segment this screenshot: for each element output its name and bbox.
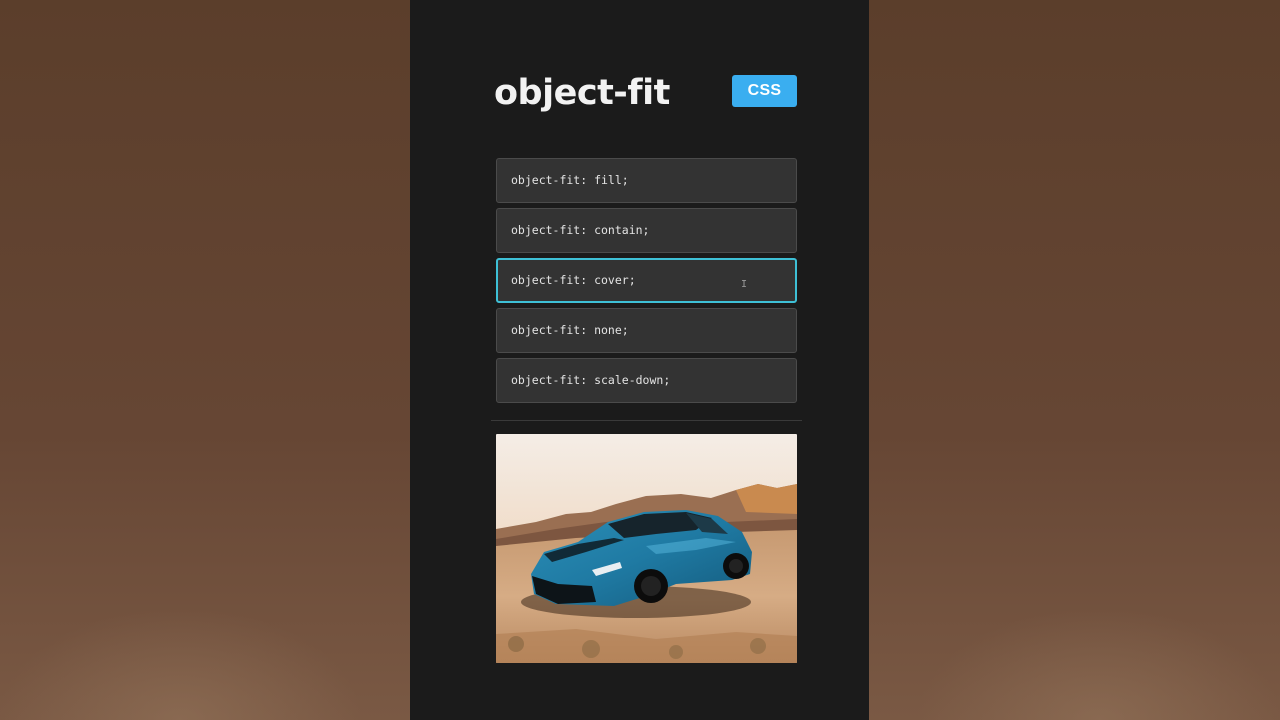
option-label: object-fit: none; bbox=[511, 323, 629, 337]
preview-image bbox=[496, 434, 797, 663]
option-label: object-fit: contain; bbox=[511, 223, 650, 237]
css-badge: CSS bbox=[732, 75, 797, 107]
option-none[interactable]: object-fit: none; bbox=[496, 308, 797, 353]
option-label: object-fit: cover; bbox=[511, 273, 636, 287]
text-cursor-icon: I bbox=[741, 279, 748, 290]
divider bbox=[491, 420, 802, 421]
car-image bbox=[496, 434, 797, 663]
demo-panel: object-fit CSS object-fit: fill; object-… bbox=[410, 0, 869, 720]
background-left bbox=[0, 0, 410, 720]
object-fit-options: object-fit: fill; object-fit: contain; o… bbox=[496, 158, 797, 408]
option-scale-down[interactable]: object-fit: scale-down; bbox=[496, 358, 797, 403]
option-label: object-fit: scale-down; bbox=[511, 373, 671, 387]
option-cover[interactable]: object-fit: cover; I bbox=[496, 258, 797, 303]
background-right bbox=[869, 0, 1280, 720]
page-title: object-fit bbox=[494, 73, 670, 113]
option-label: object-fit: fill; bbox=[511, 173, 629, 187]
option-fill[interactable]: object-fit: fill; bbox=[496, 158, 797, 203]
option-contain[interactable]: object-fit: contain; bbox=[496, 208, 797, 253]
